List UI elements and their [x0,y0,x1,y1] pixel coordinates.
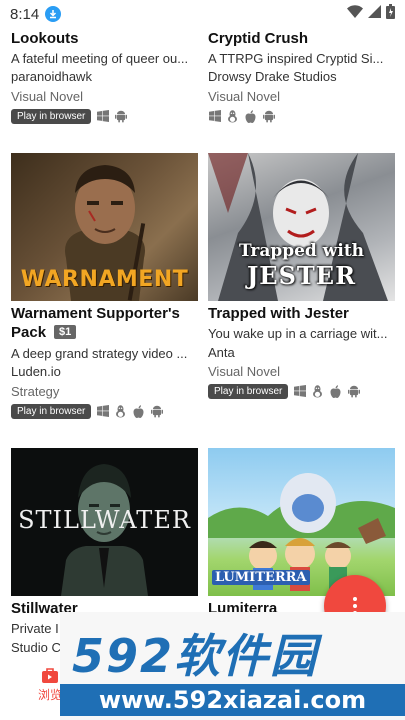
more-dot-icon [353,597,357,601]
play-in-browser-tag: Play in browser [11,108,92,124]
watermark-brand: 592软件园 [72,629,319,683]
game-author[interactable]: Anta [208,345,395,360]
watermark-url: www.592xiazai.com [60,684,405,716]
game-author[interactable]: Drowsy Drake Studios [208,69,395,84]
windows-icon [208,110,221,123]
play-in-browser-tag: Play in browser [11,403,92,419]
game-thumbnail[interactable]: LUMITERRA [208,448,395,596]
thumbnail-logo-text-1: Trapped with [238,241,365,261]
windows-icon [293,385,306,398]
battery-icon [386,4,395,24]
game-genre: Visual Novel [11,89,84,104]
game-author[interactable]: Luden.io [11,364,198,379]
play-in-browser-tag: Play in browser [208,383,289,399]
game-genre: Visual Novel [208,364,281,379]
thumbnail-logo-text: WARNAMENT [20,267,189,292]
game-description: A deep grand strategy video ... [11,346,188,361]
game-author[interactable]: Studio C [11,640,61,655]
game-description: A TTRPG inspired Cryptid Si... [208,51,384,66]
game-author[interactable]: paranoidhawk [11,69,198,84]
game-description: Private I [11,621,59,636]
apple-icon [244,109,257,123]
android-icon [262,110,275,123]
game-description: You wake up in a carriage wit... [208,326,388,341]
platform-row: Play in browser [11,108,127,124]
linux-icon [311,384,324,398]
game-title[interactable]: Trapped with Jester [208,305,349,322]
game-thumbnail[interactable]: Trapped with JESTER [208,153,395,301]
linux-icon [226,109,239,123]
more-dot-icon [353,604,357,608]
apple-icon [329,384,342,398]
thumbnail-logo-text: LUMITERRA [212,570,310,585]
game-description: A fateful meeting of queer ou... [11,51,189,66]
android-icon [150,405,163,418]
wifi-icon [347,5,363,23]
platform-row: Play in browser [208,383,360,399]
thumbnail-logo-text-2: JESTER [246,261,357,290]
game-genre: Visual Novel [208,89,281,104]
download-icon [45,6,62,22]
thumbnail-logo-text: STILLWATER [18,506,191,534]
platform-row: Play in browser [11,403,163,419]
status-time: 8:14 [10,5,40,23]
watermark-overlay: 592软件园 www.592xiazai.com [60,612,405,720]
game-thumbnail[interactable]: STILLWATER [11,448,198,596]
game-title[interactable]: Lookouts [11,30,79,47]
android-icon [114,110,127,123]
apple-icon [132,404,145,418]
game-title-line2[interactable]: Pack $1 [11,324,77,341]
browse-icon [41,668,59,684]
game-thumbnail[interactable]: WARNAMENT [11,153,198,301]
platform-row [208,108,275,124]
game-genre: Strategy [11,384,60,399]
signal-icon [368,5,381,23]
windows-icon [96,110,109,123]
linux-icon [114,404,127,418]
android-icon [347,385,360,398]
game-title[interactable]: Warnament Supporter's [11,305,180,322]
windows-icon [96,405,109,418]
price-badge: $1 [54,325,77,339]
browse-label: 浏览 [37,688,62,702]
game-title[interactable]: Cryptid Crush [208,30,308,47]
status-bar: 8:14 [0,0,405,28]
